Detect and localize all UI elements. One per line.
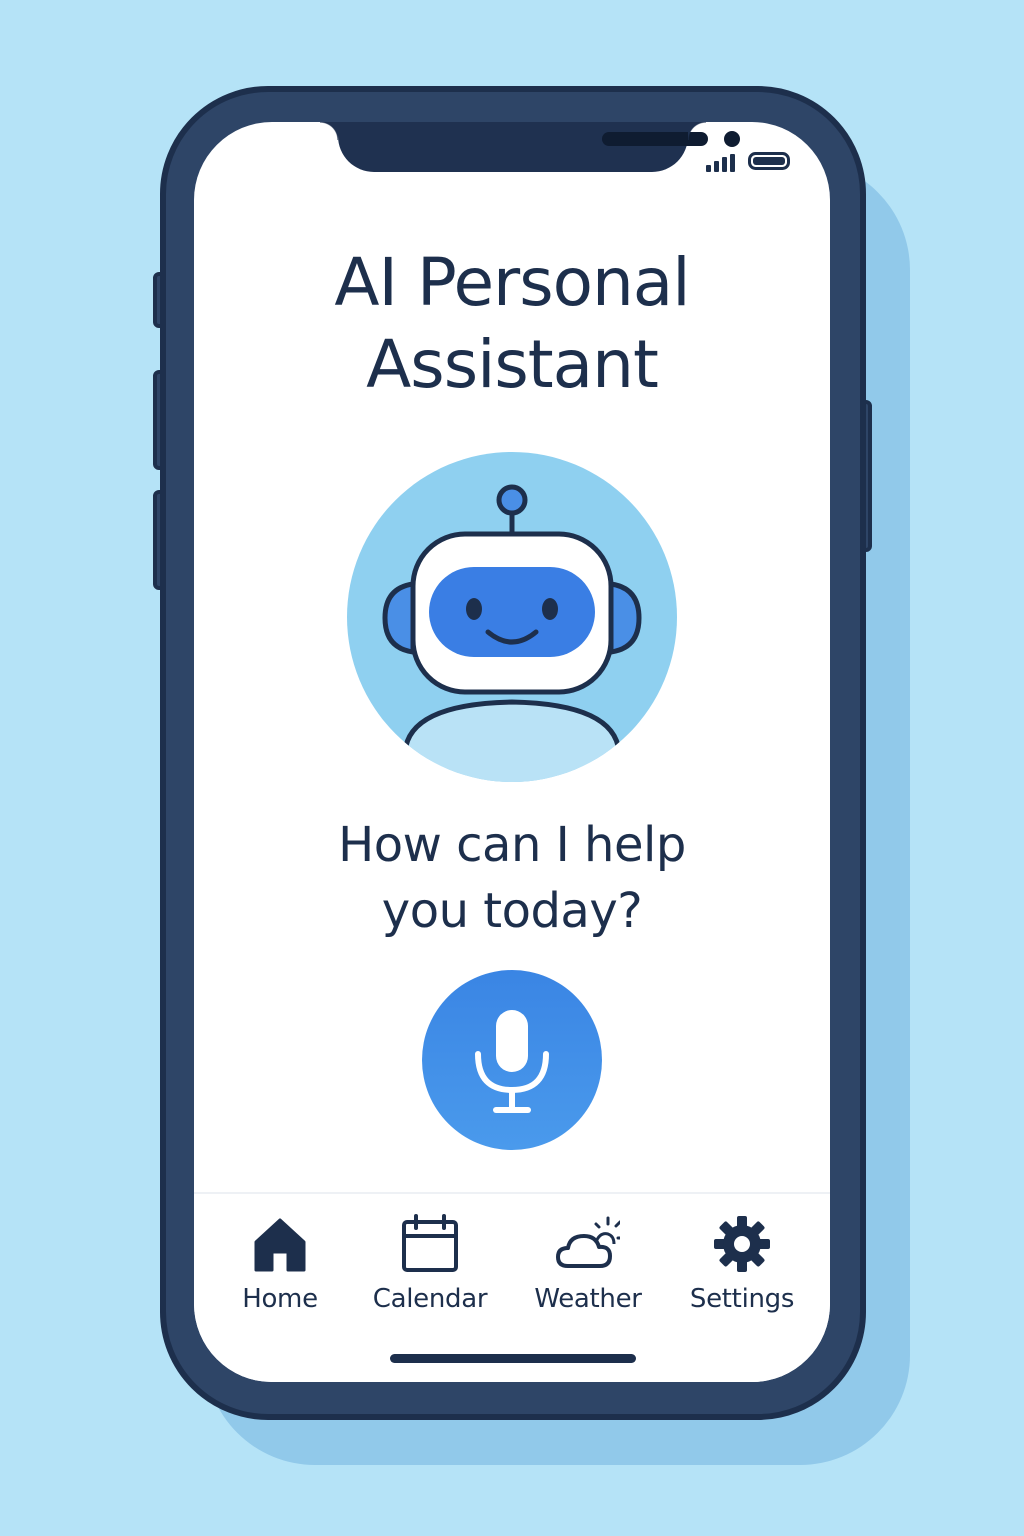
signal-icon (706, 154, 735, 172)
nav-label-home: Home (242, 1284, 318, 1314)
weather-icon (556, 1216, 620, 1268)
notch-corner (688, 122, 706, 140)
title-line: AI Personal (334, 244, 690, 321)
nav-item-home[interactable]: Home (210, 1212, 350, 1332)
nav-label-calendar: Calendar (372, 1284, 488, 1314)
assistant-prompt: How can I help you today? (194, 812, 830, 944)
nav-label-settings: Settings (689, 1284, 795, 1314)
notch (338, 122, 740, 172)
gear-icon (714, 1216, 770, 1272)
prompt-line: you today? (381, 883, 643, 939)
voice-input-button[interactable] (422, 970, 602, 1150)
nav-item-settings[interactable]: Settings (672, 1212, 812, 1332)
scene: AI Personal Assistant How can I help you… (0, 0, 1024, 1536)
front-camera (724, 131, 740, 147)
microphone-icon (475, 1010, 549, 1113)
notch-corner (320, 122, 338, 140)
nav-item-calendar[interactable]: Calendar (360, 1212, 500, 1332)
home-icon (254, 1218, 306, 1272)
robot-avatar-icon (347, 452, 677, 782)
home-indicator[interactable] (390, 1354, 636, 1363)
battery-icon (748, 152, 790, 170)
page-title: AI Personal Assistant (194, 242, 830, 406)
title-line: Assistant (366, 326, 659, 403)
calendar-icon (402, 1214, 458, 1272)
nav-label-weather: Weather (534, 1284, 642, 1314)
prompt-line: How can I help (338, 817, 686, 873)
nav-item-weather[interactable]: Weather (518, 1212, 658, 1332)
phone-screen: AI Personal Assistant How can I help you… (194, 122, 830, 1382)
